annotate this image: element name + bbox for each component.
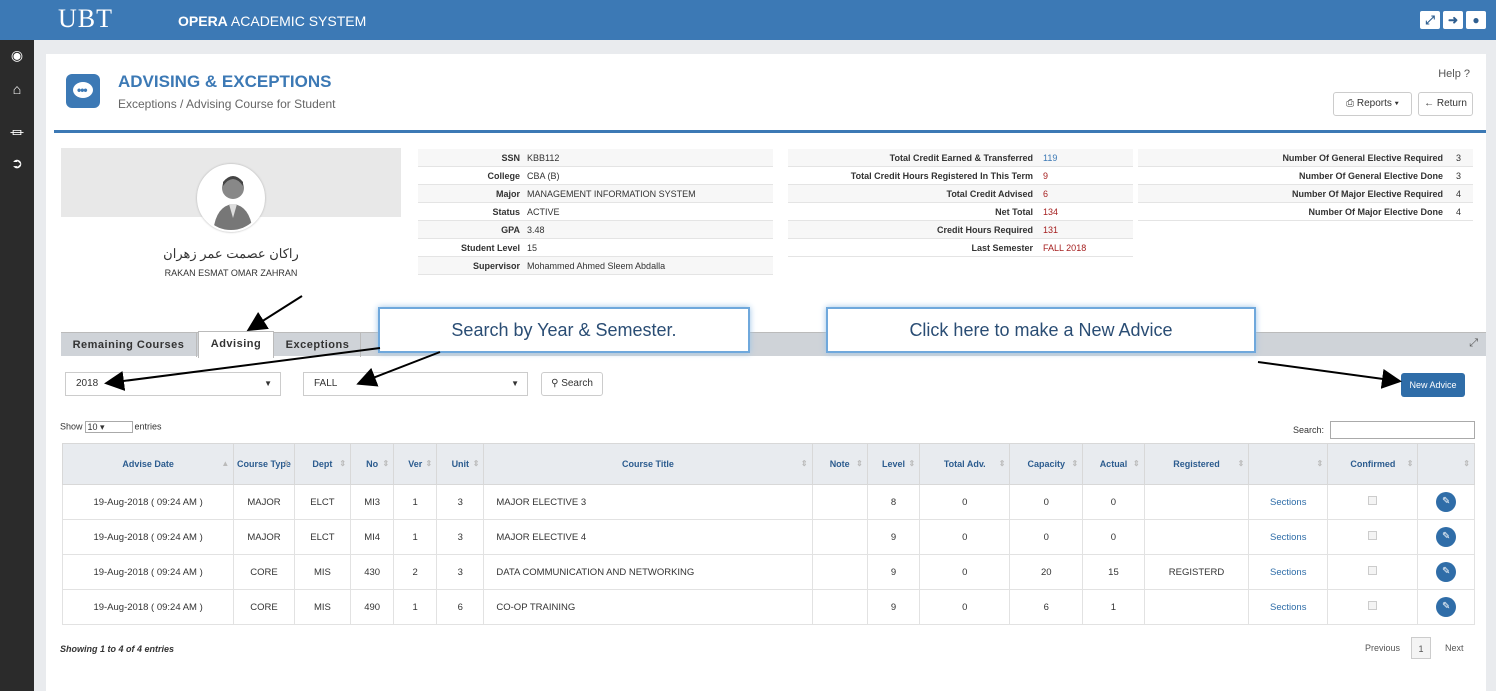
tab-advising[interactable]: Advising (198, 331, 274, 358)
tab-remaining-courses[interactable]: Remaining Courses (61, 333, 197, 357)
system-name: OPERA ACADEMIC SYSTEM (178, 13, 367, 29)
table-row: 19-Aug-2018 ( 09:24 AM ) CORE MIS 430 2 3 DAT… (61, 554, 1475, 590)
home-icon[interactable]: ⌂ (8, 80, 26, 98)
user-icon[interactable]: ● (1466, 11, 1486, 29)
page-length-control: Show 10 ▾ entries (60, 421, 162, 433)
page-length-select[interactable]: 10 ▾ (84, 421, 133, 433)
help-link[interactable]: Help ? (1438, 68, 1470, 80)
search-callout: Search by Year & Semester. (378, 307, 750, 353)
col-unit[interactable]: Unit ⇕ (436, 443, 485, 485)
tab-bar: Remaining Courses Advising Exceptions ⤢ (61, 331, 1486, 358)
col-actual[interactable]: Actual ⇕ (1082, 443, 1145, 485)
previous-button[interactable]: Previous (1365, 637, 1400, 659)
col-level[interactable]: Level ⇕ (866, 443, 921, 485)
chat-icon: ••• (66, 74, 100, 108)
student-name-english: RAKAN ESMAT OMAR ZAHRAN (164, 268, 298, 278)
header-divider (54, 130, 1486, 133)
left-rail: ◉ ⌂ ⏛ ➲ (0, 40, 34, 691)
next-button[interactable]: Next (1445, 637, 1464, 659)
edit-icon[interactable]: ✎ (1436, 527, 1457, 547)
new-advice-button[interactable]: New Advice (1401, 373, 1465, 397)
confirmed-checkbox[interactable] (1368, 566, 1378, 575)
confirmed-checkbox[interactable] (1368, 531, 1378, 540)
year-select[interactable]: 2018 ▼ (65, 372, 281, 396)
top-bar: UBT OPERA ACADEMIC SYSTEM ⤢ ➜ ● (0, 0, 1496, 40)
search-button[interactable]: ⚲ Search (541, 372, 603, 396)
user-circle-icon[interactable]: ◉ (8, 46, 26, 64)
tab-exceptions[interactable]: Exceptions (275, 333, 361, 357)
sections-link[interactable]: Sections (1248, 589, 1329, 625)
semester-select[interactable]: FALL ▼ (303, 372, 528, 396)
return-button[interactable]: ← Return (1418, 92, 1473, 116)
col-ver[interactable]: Ver ⇕ (393, 443, 438, 485)
col-total-adv[interactable]: Total Adv. ⇕ (919, 443, 1011, 485)
col-dept[interactable]: Dept ⇕ (293, 443, 352, 485)
search-icon: ⚲ (551, 378, 559, 389)
bank-icon[interactable]: ⏛ (8, 124, 26, 142)
table-row: 19-Aug-2018 ( 09:24 AM ) CORE MIS 490 1 6 CO-… (61, 589, 1475, 625)
new-advice-callout: Click here to make a New Advice (826, 307, 1256, 353)
student-name-arabic: راكان عصمت عمر زهران (163, 246, 299, 261)
edit-icon[interactable]: ✎ (1436, 597, 1457, 617)
advising-table: Advise Date ▲ Course Type ⇕ Dept ⇕ No ⇕ Ver ⇕… (61, 443, 1475, 625)
table-search-label: Search: (1293, 425, 1325, 435)
breadcrumb: Exceptions / Advising Course for Student (118, 97, 336, 111)
col-registered[interactable]: Registered ⇕ (1143, 443, 1250, 485)
confirmed-checkbox[interactable] (1368, 496, 1378, 505)
edit-icon[interactable]: ✎ (1436, 562, 1457, 582)
sections-link[interactable]: Sections (1248, 484, 1329, 520)
expand-icon[interactable]: ⤢ (1469, 337, 1478, 350)
table-search-input[interactable] (1330, 421, 1475, 439)
col-sections[interactable]: ⇕ (1248, 443, 1329, 485)
student-card: راكان عصمت عمر زهران RAKAN ESMAT OMAR ZA… (61, 148, 401, 301)
expand-icon[interactable]: ⤢ (1420, 11, 1440, 29)
main-panel: ••• ADVISING & EXCEPTIONS Exceptions / A… (46, 54, 1486, 691)
table-row: 19-Aug-2018 ( 09:24 AM ) MAJOR ELCT MI4 1 3 M… (61, 519, 1475, 555)
page-title: ADVISING & EXCEPTIONS (118, 72, 332, 91)
col-course-title[interactable]: Course Title ⇕ (483, 443, 813, 485)
sections-link[interactable]: Sections (1248, 519, 1329, 555)
sections-link[interactable]: Sections (1248, 554, 1329, 590)
col-actions[interactable]: ⇕ (1417, 443, 1475, 485)
col-confirmed[interactable]: Confirmed ⇕ (1327, 443, 1419, 485)
col-note[interactable]: Note ⇕ (811, 443, 868, 485)
chevron-down-icon: ▼ (264, 379, 272, 388)
page-1-button[interactable]: 1 (1411, 637, 1431, 659)
col-no[interactable]: No ⇕ (350, 443, 395, 485)
col-advise-date[interactable]: Advise Date ▲ (61, 443, 235, 485)
col-course-type[interactable]: Course Type ⇕ (233, 443, 295, 485)
table-row: 19-Aug-2018 ( 09:24 AM ) MAJOR ELCT MI3 1 3 M… (61, 484, 1475, 520)
logout-icon[interactable]: ➜ (1443, 11, 1463, 29)
col-capacity[interactable]: Capacity ⇕ (1009, 443, 1084, 485)
brand-logo[interactable]: UBT (58, 4, 113, 34)
confirmed-checkbox[interactable] (1368, 601, 1378, 610)
edit-icon[interactable]: ✎ (1436, 492, 1457, 512)
avatar (197, 164, 265, 232)
arrow-circle-icon[interactable]: ➲ (8, 154, 26, 172)
chevron-down-icon: ▼ (511, 379, 519, 388)
table-info: Showing 1 to 4 of 4 entries (60, 644, 175, 654)
reports-button[interactable]: ⎙ Reports ▾ (1333, 92, 1412, 116)
